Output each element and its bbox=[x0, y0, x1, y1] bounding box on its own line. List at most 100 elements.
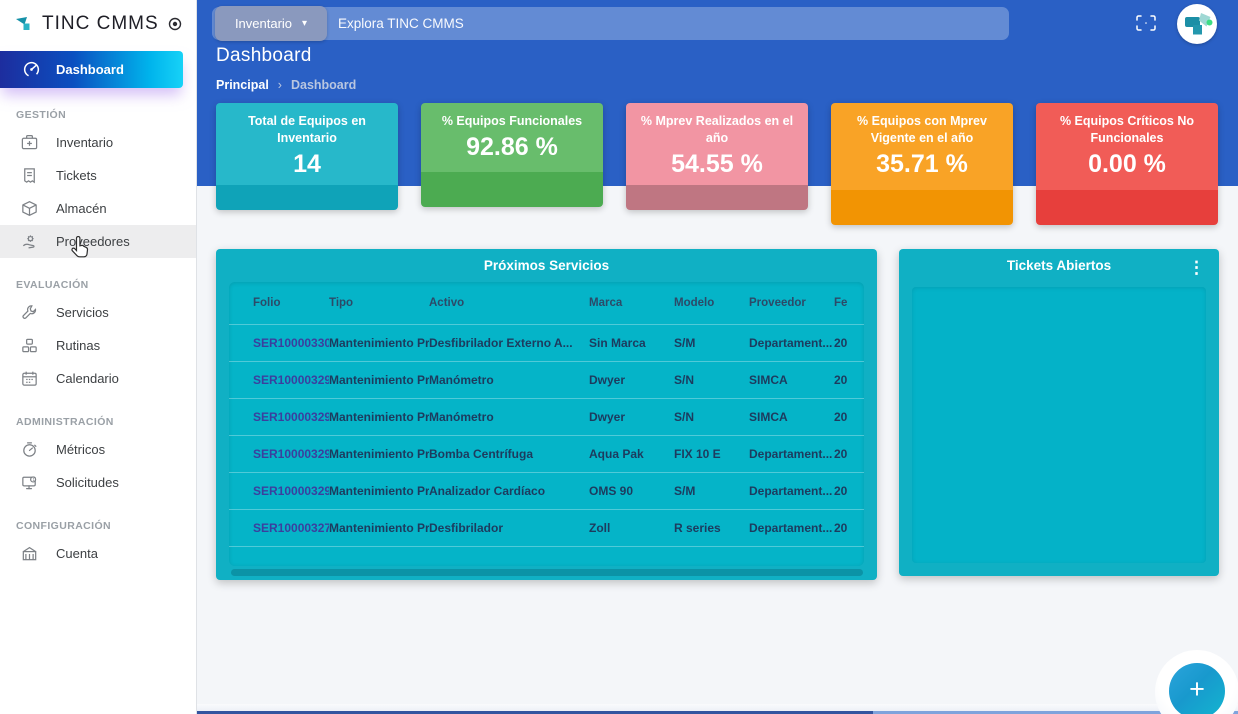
cell-proveedor: Departament... bbox=[749, 435, 834, 472]
sidebar-item-label: Calendario bbox=[56, 371, 119, 386]
cell-proveedor: Departament... bbox=[749, 472, 834, 509]
breadcrumb-home[interactable]: Principal bbox=[216, 78, 269, 92]
sidebar-item-label: Cuenta bbox=[56, 546, 98, 561]
cell-modelo: S/M bbox=[674, 472, 749, 509]
chevron-down-icon: ▾ bbox=[302, 18, 307, 29]
sidebar-item-metricos[interactable]: Métricos bbox=[0, 433, 196, 466]
kpi-card-equipos-funcionales: % Equipos Funcionales 92.86 % bbox=[421, 103, 603, 207]
calendar-icon bbox=[19, 369, 39, 389]
cubes-icon bbox=[19, 336, 39, 356]
folio-link[interactable]: SER10000330627 bbox=[229, 324, 329, 361]
sidebar-item-rutinas[interactable]: Rutinas bbox=[0, 329, 196, 362]
kpi-card-mprev-vigente: % Equipos con Mprev Vigente en el año 35… bbox=[831, 103, 1013, 225]
fullscreen-icon[interactable] bbox=[1135, 13, 1159, 33]
section-evaluacion: EVALUACIÓN bbox=[16, 279, 196, 291]
table-empty-row bbox=[229, 546, 864, 566]
section-configuracion: CONFIGURACIÓN bbox=[16, 520, 196, 532]
breadcrumb-separator: › bbox=[278, 78, 282, 92]
kpi-card-mprev-realizados: % Mprev Realizados en el año 54.55 % bbox=[626, 103, 808, 210]
sidebar-item-inventario[interactable]: Inventario bbox=[0, 126, 196, 159]
cell-activo: Manómetro bbox=[429, 361, 589, 398]
kpi-value: 35.71 % bbox=[839, 150, 1005, 179]
kpi-title: Total de Equipos en Inventario bbox=[224, 113, 390, 147]
breadcrumb: Principal › Dashboard bbox=[216, 78, 356, 92]
page-hscroll-track bbox=[197, 704, 1238, 714]
search-input[interactable] bbox=[338, 7, 1001, 40]
cell-proveedor: Departament... bbox=[749, 324, 834, 361]
wrench-icon bbox=[19, 303, 39, 323]
tinc-logo-icon bbox=[15, 15, 33, 33]
sidebar-item-proveedores[interactable]: Proveedores bbox=[0, 225, 196, 258]
supplier-hand-icon bbox=[19, 232, 39, 252]
sidebar-item-cuenta[interactable]: Cuenta bbox=[0, 537, 196, 570]
table-row[interactable]: SER10000329693 Mantenimiento Prevent... … bbox=[229, 472, 864, 509]
user-avatar[interactable] bbox=[1177, 4, 1217, 44]
col-folio: Folio bbox=[229, 282, 329, 324]
cell-modelo: S/M bbox=[674, 324, 749, 361]
kpi-row: Total de Equipos en Inventario 14 % Equi… bbox=[216, 103, 1218, 225]
folio-link[interactable]: SER10000327592 bbox=[229, 509, 329, 546]
cell-marca: Zoll bbox=[589, 509, 674, 546]
section-gestion: GESTIÓN bbox=[16, 109, 196, 121]
sidebar-item-label: Dashboard bbox=[56, 62, 124, 77]
cell-fecha: 20 bbox=[834, 435, 864, 472]
sidebar-item-calendario[interactable]: Calendario bbox=[0, 362, 196, 395]
col-fecha: Fe bbox=[834, 282, 864, 324]
kebab-menu-icon[interactable]: ⋮ bbox=[1184, 255, 1209, 280]
tickets-empty-panel bbox=[912, 287, 1206, 563]
sidebar-item-tickets[interactable]: Tickets bbox=[0, 159, 196, 192]
medkit-icon bbox=[19, 133, 39, 153]
table-row[interactable]: SER10000329610 Mantenimiento Prevent... … bbox=[229, 398, 864, 435]
cell-marca: Sin Marca bbox=[589, 324, 674, 361]
tickets-abiertos-card: Tickets Abiertos ⋮ bbox=[899, 249, 1219, 576]
sidebar-pin-icon[interactable] bbox=[168, 16, 182, 32]
cell-fecha: 20 bbox=[834, 509, 864, 546]
sidebar-item-label: Tickets bbox=[56, 168, 97, 183]
sidebar-item-almacen[interactable]: Almacén bbox=[0, 192, 196, 225]
context-label: Inventario bbox=[235, 16, 292, 31]
sidebar-item-label: Almacén bbox=[56, 201, 107, 216]
logo-row: TINC CMMS bbox=[0, 0, 196, 48]
cell-tipo: Mantenimiento Prevent... bbox=[329, 361, 429, 398]
cell-tipo: Mantenimiento Prevent... bbox=[329, 509, 429, 546]
kpi-value: 54.55 % bbox=[634, 150, 800, 179]
sidebar-item-label: Solicitudes bbox=[56, 475, 119, 490]
cell-fecha: 20 bbox=[834, 398, 864, 435]
main-area: Inventario ▾ Dashboard Principal › Dashb… bbox=[197, 0, 1238, 714]
cell-activo: Desfibrilador bbox=[429, 509, 589, 546]
global-search bbox=[212, 7, 1009, 40]
kpi-title: % Equipos Críticos No Funcionales bbox=[1044, 113, 1210, 147]
kpi-value: 14 bbox=[224, 150, 390, 179]
folio-link[interactable]: SER10000329693 bbox=[229, 472, 329, 509]
kpi-footer bbox=[421, 172, 603, 207]
tickets-card-title: Tickets Abiertos bbox=[899, 249, 1219, 273]
cell-proveedor: Departament... bbox=[749, 509, 834, 546]
sidebar-item-servicios[interactable]: Servicios bbox=[0, 296, 196, 329]
col-proveedor: Proveedor bbox=[749, 282, 834, 324]
table-row[interactable]: SER10000327592 Mantenimiento Prevent... … bbox=[229, 509, 864, 546]
kpi-title: % Mprev Realizados en el año bbox=[634, 113, 800, 147]
table-row[interactable]: SER10000329645 Mantenimiento Prevent... … bbox=[229, 435, 864, 472]
cell-marca: Dwyer bbox=[589, 398, 674, 435]
add-fab-button[interactable]: + bbox=[1169, 663, 1225, 714]
cell-modelo: FIX 10 E bbox=[674, 435, 749, 472]
sidebar-item-dashboard[interactable]: Dashboard bbox=[0, 51, 183, 88]
cell-tipo: Mantenimiento Prevent... bbox=[329, 472, 429, 509]
folio-link[interactable]: SER10000329610 bbox=[229, 398, 329, 435]
speedometer-icon bbox=[22, 60, 41, 79]
section-administracion: ADMINISTRACIÓN bbox=[16, 416, 196, 428]
kpi-value: 92.86 % bbox=[429, 133, 595, 162]
cell-fecha: 20 bbox=[834, 324, 864, 361]
table-horizontal-scrollbar[interactable] bbox=[231, 569, 863, 576]
cell-tipo: Mantenimiento Prevent... bbox=[329, 435, 429, 472]
box-icon bbox=[19, 199, 39, 219]
folio-link[interactable]: SER10000329609 bbox=[229, 361, 329, 398]
search-context-dropdown[interactable]: Inventario ▾ bbox=[215, 6, 327, 41]
cell-marca: OMS 90 bbox=[589, 472, 674, 509]
table-row[interactable]: SER10000329609 Mantenimiento Prevent... … bbox=[229, 361, 864, 398]
folio-link[interactable]: SER10000329645 bbox=[229, 435, 329, 472]
sidebar-item-solicitudes[interactable]: 1 Solicitudes bbox=[0, 466, 196, 499]
kpi-card-criticos-no-funcionales: % Equipos Críticos No Funcionales 0.00 % bbox=[1036, 103, 1218, 225]
table-row[interactable]: SER10000330627 Mantenimiento Prevent... … bbox=[229, 324, 864, 361]
table-header-row: Folio Tipo Activo Marca Modelo Proveedor… bbox=[229, 282, 864, 324]
